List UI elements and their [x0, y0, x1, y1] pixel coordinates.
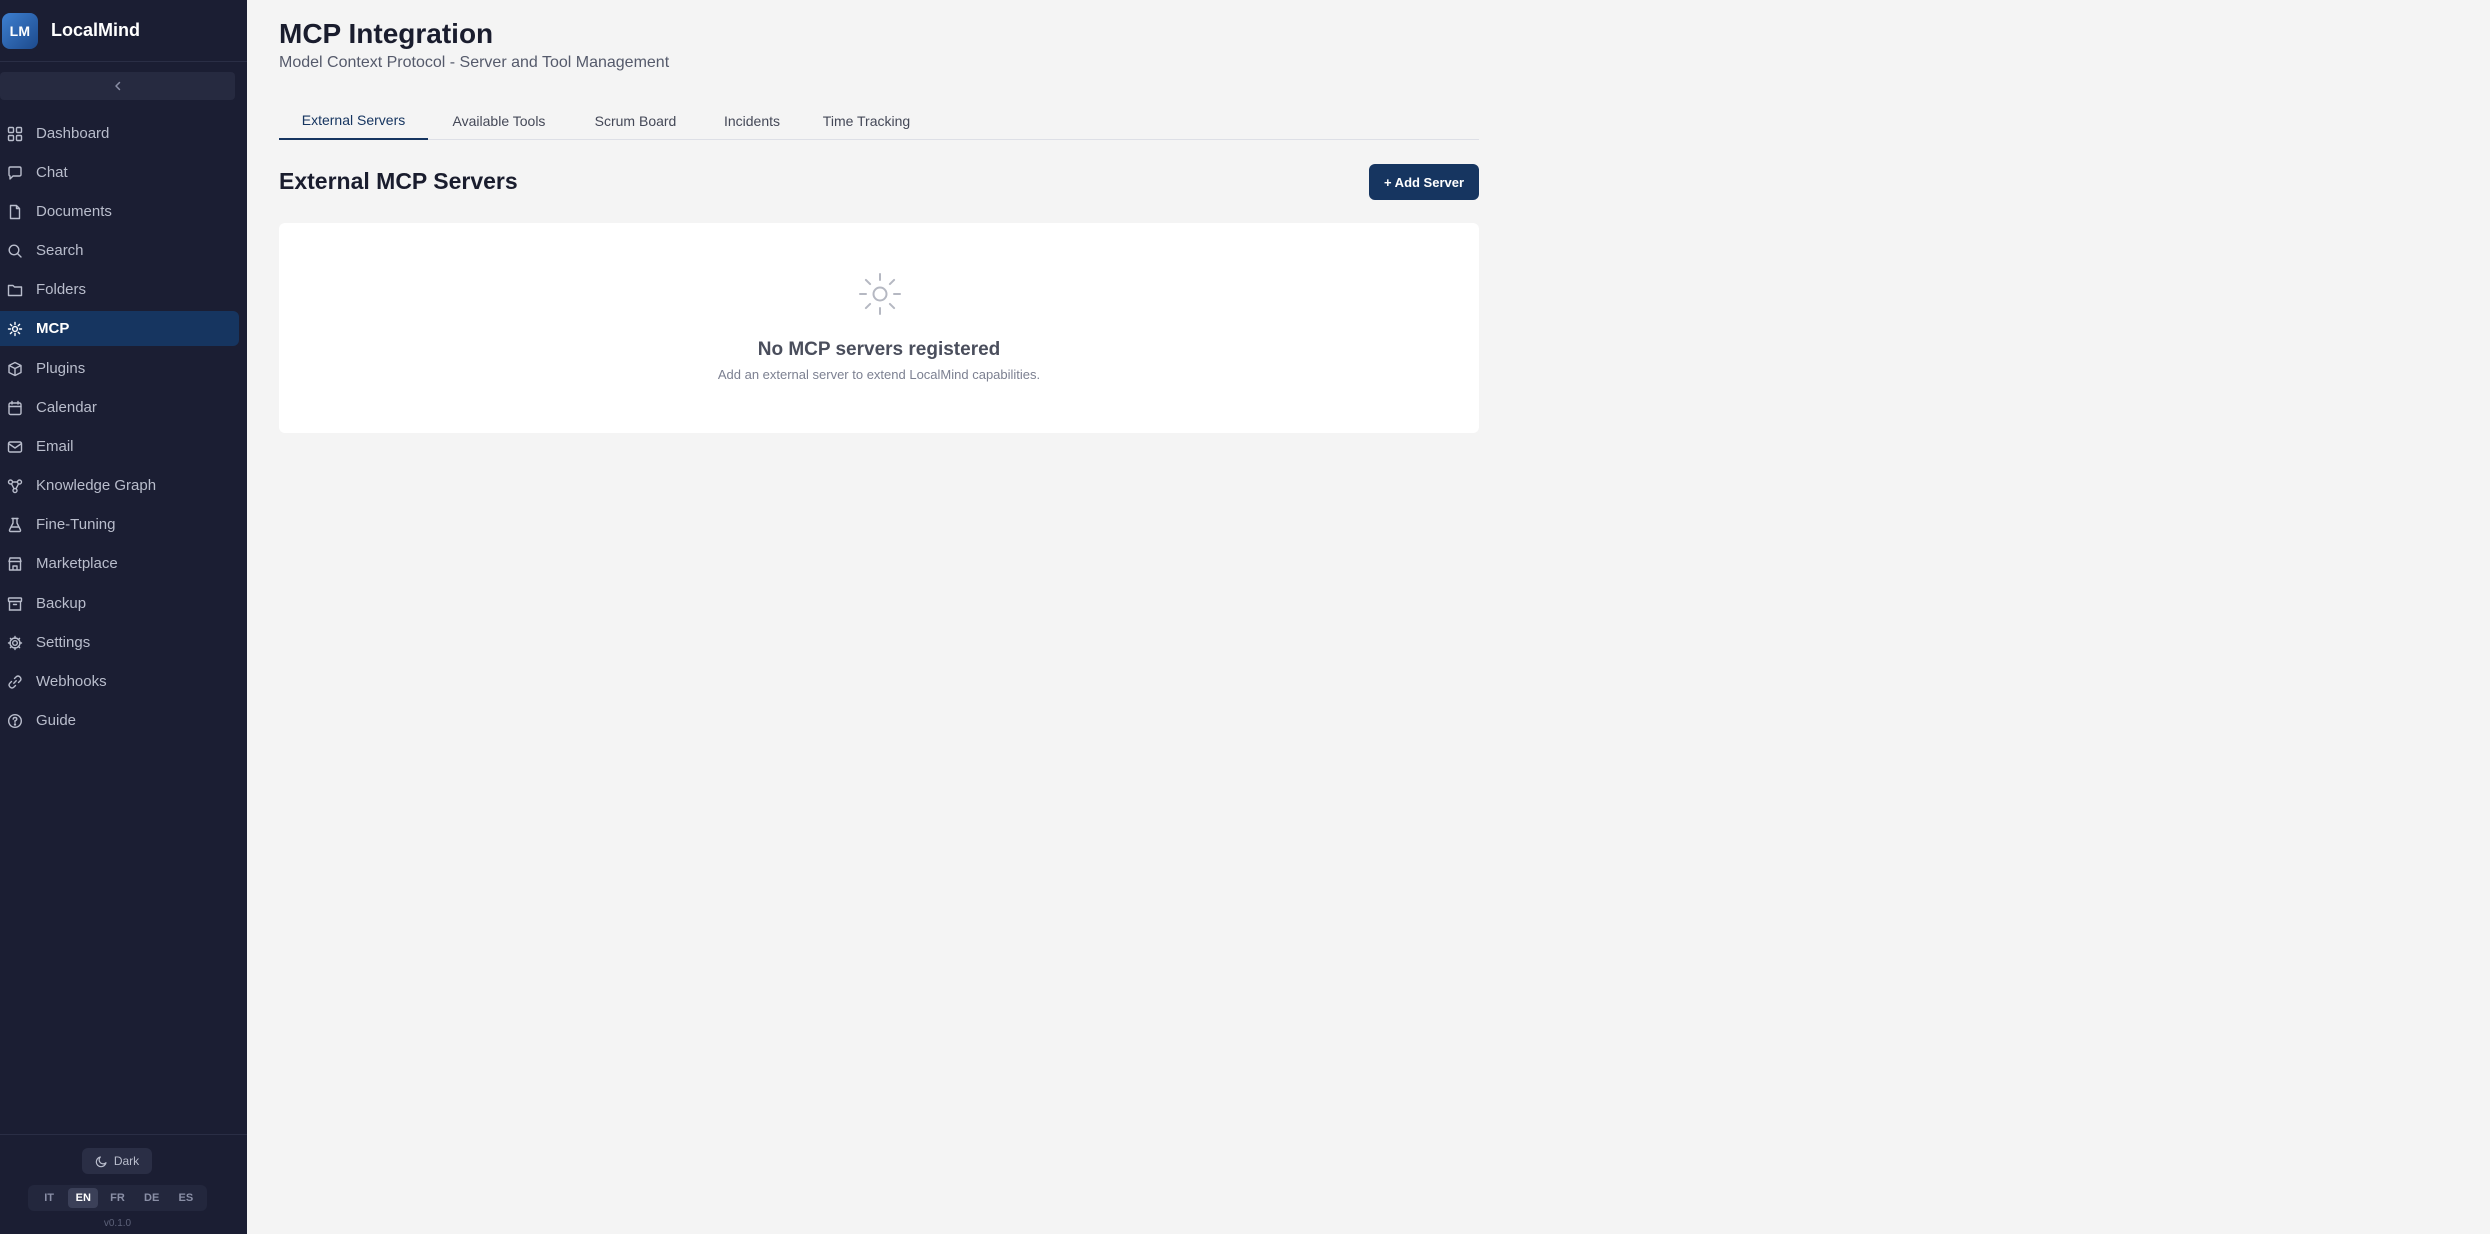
sidebar-item-documents[interactable]: Documents	[0, 194, 239, 229]
sidebar-item-label: Plugins	[36, 360, 86, 377]
search-icon	[7, 243, 23, 259]
language-fr-button[interactable]: FR	[102, 1188, 132, 1208]
sidebar-item-label: Guide	[36, 712, 77, 729]
sidebar-item-mcp[interactable]: MCP	[0, 311, 239, 346]
tab-external-servers[interactable]: External Servers	[279, 102, 428, 140]
theme-toggle-label: Dark	[113, 1154, 140, 1168]
sidebar-item-label: Calendar	[36, 399, 97, 416]
moon-icon	[95, 1155, 107, 1167]
sidebar-item-label: Search	[36, 242, 84, 259]
mcp-icon	[859, 273, 901, 315]
sidebar-item-email[interactable]: Email	[0, 429, 239, 464]
tab-bar: External Servers Available Tools Scrum B…	[279, 102, 1479, 140]
sidebar-item-label: Marketplace	[36, 555, 118, 572]
tab-incidents[interactable]: Incidents	[701, 102, 803, 140]
document-icon	[7, 204, 23, 220]
sidebar-item-chat[interactable]: Chat	[0, 155, 239, 190]
sidebar-item-label: Folders	[36, 281, 87, 298]
theme-toggle-button[interactable]: Dark	[82, 1148, 152, 1174]
plugin-icon	[7, 361, 23, 377]
page-title: MCP Integration	[279, 18, 494, 49]
calendar-icon	[7, 400, 23, 416]
language-es-button[interactable]: ES	[171, 1188, 201, 1208]
sidebar-item-label: Settings	[36, 634, 91, 651]
brand-name: LocalMind	[51, 20, 140, 40]
folder-icon	[7, 282, 23, 298]
tab-scrum-board[interactable]: Scrum Board	[570, 102, 701, 140]
sidebar-item-backup[interactable]: Backup	[0, 586, 239, 621]
link-icon	[7, 674, 23, 690]
archive-icon	[7, 596, 23, 612]
collapse-sidebar-button[interactable]	[0, 72, 235, 100]
sidebar-item-label: Email	[36, 438, 74, 455]
empty-state-title: No MCP servers registered	[757, 339, 1001, 360]
sidebar-item-label: Documents	[36, 203, 112, 220]
sidebar-item-search[interactable]: Search	[0, 233, 239, 268]
sidebar-footer: Dark IT EN FR DE ES v0.1.0	[0, 1134, 247, 1234]
language-de-button[interactable]: DE	[137, 1188, 167, 1208]
sidebar-item-label: Backup	[36, 595, 87, 612]
section-title: External MCP Servers	[279, 168, 518, 194]
sidebar-item-dashboard[interactable]: Dashboard	[0, 116, 239, 151]
sidebar-item-label: MCP	[36, 320, 70, 337]
add-server-button[interactable]: + Add Server	[1369, 164, 1479, 200]
page-subtitle: Model Context Protocol - Server and Tool…	[279, 54, 670, 71]
flask-icon	[7, 517, 23, 533]
sidebar-item-webhooks[interactable]: Webhooks	[0, 664, 239, 699]
mcp-icon	[7, 321, 23, 337]
language-it-button[interactable]: IT	[34, 1188, 64, 1208]
sidebar-item-calendar[interactable]: Calendar	[0, 390, 239, 425]
sidebar-item-fine-tuning[interactable]: Fine-Tuning	[0, 507, 239, 542]
sidebar-item-settings[interactable]: Settings	[0, 625, 239, 660]
email-icon	[7, 439, 23, 455]
empty-state-description: Add an external server to extend LocalMi…	[717, 367, 1041, 382]
chat-icon	[7, 165, 23, 181]
sidebar-item-guide[interactable]: Guide	[0, 703, 239, 738]
help-icon	[7, 713, 23, 729]
main-content: MCP Integration Model Context Protocol -…	[247, 0, 2490, 1234]
language-switcher: IT EN FR DE ES	[28, 1185, 207, 1211]
sidebar: LM LocalMind Dashboard Chat Documents Se…	[0, 0, 247, 1234]
brand: LM LocalMind	[0, 0, 247, 62]
tab-time-tracking[interactable]: Time Tracking	[803, 102, 930, 140]
graph-icon	[7, 478, 23, 494]
sidebar-item-folders[interactable]: Folders	[0, 272, 239, 307]
sidebar-item-marketplace[interactable]: Marketplace	[0, 546, 239, 581]
language-en-button[interactable]: EN	[68, 1188, 99, 1208]
sidebar-item-label: Knowledge Graph	[36, 477, 157, 494]
gear-icon	[7, 635, 23, 651]
sidebar-item-plugins[interactable]: Plugins	[0, 351, 239, 386]
tab-available-tools[interactable]: Available Tools	[428, 102, 570, 140]
brand-logo[interactable]: LM	[2, 12, 38, 49]
store-icon	[7, 556, 23, 572]
dashboard-icon	[7, 126, 23, 142]
sidebar-item-label: Fine-Tuning	[36, 516, 116, 533]
sidebar-item-knowledge-graph[interactable]: Knowledge Graph	[0, 468, 239, 503]
app-version: v0.1.0	[103, 1218, 132, 1229]
sidebar-item-label: Dashboard	[36, 125, 110, 142]
chevron-left-icon	[114, 81, 120, 91]
sidebar-item-label: Chat	[36, 164, 68, 181]
sidebar-item-label: Webhooks	[36, 673, 107, 690]
empty-state-card: No MCP servers registered Add an externa…	[279, 223, 1479, 433]
